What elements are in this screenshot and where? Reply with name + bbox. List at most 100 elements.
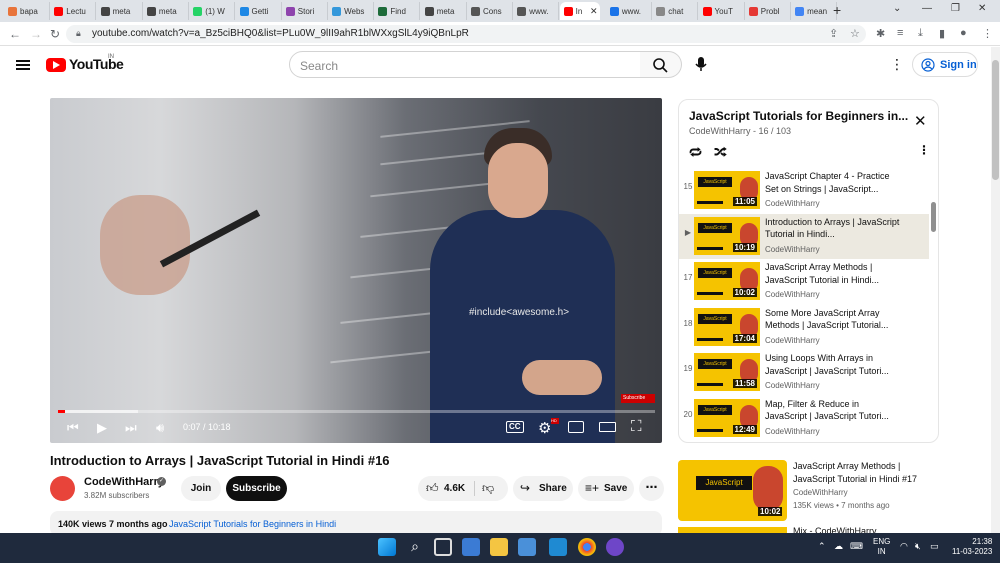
subscribe-button[interactable]: Subscribe	[226, 476, 287, 501]
download-icon[interactable]: ⤓	[918, 27, 930, 39]
theater-mode-icon[interactable]	[599, 422, 616, 432]
sign-in-button[interactable]: Sign in	[912, 52, 978, 77]
settings-gear-icon[interactable]: ⚙︎	[538, 419, 551, 437]
related-channel[interactable]: CodeWithHarry	[793, 488, 848, 497]
playlist-item[interactable]: ▶ JavaScript 10:19 Introduction to Arrays |…	[679, 213, 929, 259]
chrome-icon[interactable]	[578, 538, 596, 556]
browser-tab[interactable]: Webs	[328, 2, 375, 20]
store-icon[interactable]	[518, 538, 536, 556]
playlist-item-title[interactable]: JavaScript Chapter 4 - Practice Set on S…	[765, 170, 900, 195]
playlist-item[interactable]: 15 JavaScript 11:05 JavaScript Chapter 4 - …	[679, 168, 929, 213]
join-button[interactable]: Join	[181, 476, 221, 501]
wifi-icon[interactable]: ◠	[900, 541, 908, 552]
captions-icon[interactable]: CC	[506, 421, 524, 433]
playlist-item-thumbnail[interactable]: JavaScript 10:02	[694, 262, 760, 300]
hamburger-menu-icon[interactable]	[16, 58, 30, 72]
browser-tab[interactable]: bapa	[4, 2, 50, 20]
page-scroll-thumb[interactable]	[992, 60, 999, 180]
playlist-link[interactable]: JavaScript Tutorials for Beginners in Hi…	[169, 519, 336, 529]
extensions-icon[interactable]: ✱	[876, 27, 888, 40]
forward-icon[interactable]: →	[30, 27, 42, 41]
browser-tab[interactable]: meta	[97, 2, 143, 20]
like-icon[interactable]: 👍︎	[426, 481, 439, 496]
more-actions-button[interactable]: ⋯	[639, 476, 664, 501]
playlist-item[interactable]: 18 JavaScript 17:04 Some More JavaScript Ar…	[679, 305, 929, 350]
back-icon[interactable]: ←	[9, 27, 21, 41]
reload-icon[interactable]: ↻	[50, 27, 60, 41]
battery-icon[interactable]: ▭	[930, 541, 939, 552]
keyboard-icon[interactable]: ⌨︎	[850, 541, 863, 552]
playlist-item-thumbnail[interactable]: JavaScript 10:19	[694, 216, 760, 255]
app-icon[interactable]	[606, 538, 624, 556]
channel-avatar[interactable]	[50, 476, 75, 501]
volume-tray-icon[interactable]: 🔇︎	[915, 541, 921, 552]
playlist-item-title[interactable]: Some More JavaScript Array Methods | Jav…	[765, 307, 900, 332]
close-window-icon[interactable]: ✕	[978, 3, 986, 14]
tab-search-icon[interactable]: ⌄	[893, 3, 901, 14]
tab-close-icon[interactable]: ✕	[590, 6, 598, 17]
previous-icon[interactable]: ⏮︎	[67, 420, 79, 436]
browser-tab[interactable]: www.	[513, 2, 560, 20]
clock[interactable]: 21:38 11-03-2023	[952, 537, 992, 557]
playlist-item[interactable]: 19 JavaScript 11:58 Using Loops With Arrays…	[679, 350, 929, 395]
browser-tab[interactable]: YouT	[699, 2, 745, 20]
next-icon[interactable]: ⏭︎	[125, 420, 137, 436]
playlist-item-title[interactable]: Introduction to Arrays | JavaScript Tuto…	[765, 216, 900, 241]
playlist-item-thumbnail[interactable]: JavaScript 12:49	[694, 398, 760, 437]
tray-chevron-icon[interactable]: ⌃	[818, 541, 826, 552]
playlist-menu-icon[interactable]: ⋮	[918, 143, 930, 157]
play-icon[interactable]: ▶︎	[97, 420, 107, 436]
related-title[interactable]: JavaScript Array Methods | JavaScript Tu…	[793, 460, 938, 485]
playlist-item[interactable]: 20 JavaScript 12:49 Map, Filter & Reduce in…	[679, 396, 929, 441]
playlist-item-thumbnail[interactable]: JavaScript 11:58	[694, 353, 760, 391]
playlist-item-title[interactable]: Map, Filter & Reduce in JavaScript | Jav…	[765, 398, 900, 423]
browser-tab[interactable]: www.	[606, 2, 652, 20]
subscribe-watermark[interactable]: Subscribe	[621, 394, 655, 403]
bookmark-star-icon[interactable]: ☆	[850, 27, 862, 40]
browser-tab[interactable]: In ✕	[559, 2, 600, 20]
browser-tab[interactable]: Find	[374, 2, 421, 20]
browser-tab[interactable]: Getti	[236, 2, 282, 20]
language-indicator[interactable]: ENG IN	[873, 537, 890, 557]
profile-icon[interactable]: ●	[960, 27, 972, 39]
new-tab-button[interactable]: +	[833, 2, 841, 18]
playlist-item-thumbnail[interactable]: JavaScript 17:04	[694, 307, 760, 346]
restore-icon[interactable]: ❐	[951, 3, 960, 14]
browser-tab[interactable]: Probl	[745, 2, 791, 20]
playlist-item-title[interactable]: Using Loops With Arrays in JavaScript | …	[765, 352, 900, 377]
windows-start-icon[interactable]	[378, 538, 396, 556]
playlist-title[interactable]: JavaScript Tutorials for Beginners in...	[689, 109, 908, 123]
like-count[interactable]: 4.6K	[444, 483, 465, 494]
vscode-icon[interactable]	[549, 538, 567, 556]
browser-tab[interactable]: meta	[143, 2, 189, 20]
search-input[interactable]: Search	[289, 51, 641, 78]
progress-bar[interactable]	[58, 410, 655, 413]
playlist-item-thumbnail[interactable]: JavaScript 11:05	[694, 171, 760, 209]
browser-tab[interactable]: Lectu	[50, 2, 97, 20]
playlist-item[interactable]: 17 JavaScript 10:02 JavaScript Array Method…	[679, 259, 929, 304]
browser-tab[interactable]: Cons	[467, 2, 513, 20]
url-text[interactable]: youtube.com/watch?v=a_Bz5ciBHQ0&list=PLu…	[92, 28, 469, 39]
browser-tab[interactable]: (1) W	[189, 2, 236, 20]
volume-icon[interactable]: 🔊︎	[156, 420, 164, 436]
minimize-icon[interactable]: —	[922, 3, 932, 14]
miniplayer-icon[interactable]	[568, 421, 584, 433]
browser-tab[interactable]: mean	[791, 2, 838, 20]
close-icon[interactable]: ✕	[914, 112, 927, 130]
cloud-icon[interactable]: ☁︎	[834, 541, 843, 552]
browser-menu-icon[interactable]: ⋮	[982, 27, 994, 40]
share-page-icon[interactable]: ⇪	[829, 27, 841, 40]
widgets-icon[interactable]	[462, 538, 480, 556]
task-view-icon[interactable]	[434, 538, 452, 556]
sidebar-icon[interactable]: ▮	[939, 27, 951, 40]
search-icon[interactable]: ⌕	[406, 538, 424, 556]
lock-icon[interactable]: 🔒︎	[76, 28, 81, 39]
browser-tab[interactable]: chat	[652, 2, 699, 20]
channel-name[interactable]: CodeWithHarry	[84, 476, 164, 488]
playlist-item-title[interactable]: JavaScript Array Methods | JavaScript Tu…	[765, 261, 900, 286]
dislike-icon[interactable]: 👎︎	[482, 481, 494, 496]
fullscreen-icon[interactable]: ⛶	[631, 418, 642, 435]
loop-icon[interactable]: 🔁︎	[689, 143, 702, 162]
voice-search-button[interactable]	[690, 53, 712, 75]
file-explorer-icon[interactable]	[490, 538, 508, 556]
